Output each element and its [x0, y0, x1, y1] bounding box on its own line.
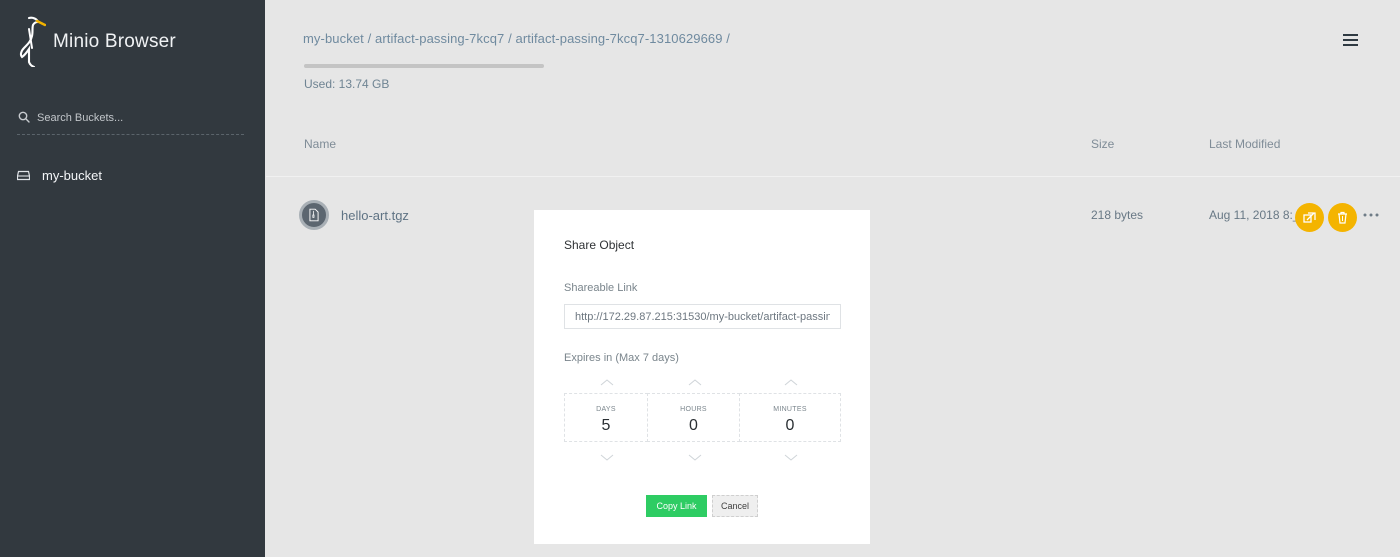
- file-list-header: Name Size Last Modified: [266, 137, 1400, 157]
- minutes-label: MINUTES: [773, 406, 807, 413]
- copy-link-button[interactable]: Copy Link: [646, 495, 707, 517]
- sidebar-item-my-bucket[interactable]: my-bucket: [17, 165, 247, 185]
- days-up-chevron-icon[interactable]: [600, 379, 614, 386]
- hours-up-chevron-icon[interactable]: [688, 379, 702, 386]
- days-setter[interactable]: DAYS 5: [564, 393, 648, 442]
- bucket-label: my-bucket: [42, 167, 102, 183]
- column-size[interactable]: Size: [1091, 137, 1114, 151]
- minutes-value[interactable]: 0: [740, 417, 840, 435]
- hamburger-menu-icon[interactable]: [1343, 34, 1358, 46]
- delete-button[interactable]: [1328, 203, 1357, 232]
- minutes-setter[interactable]: MINUTES 0: [739, 393, 841, 442]
- hours-label: HOURS: [680, 406, 707, 413]
- file-size: 218 bytes: [1091, 208, 1144, 222]
- app-title: Minio Browser: [53, 31, 176, 52]
- more-options-icon[interactable]: [1363, 213, 1379, 217]
- hours-down-chevron-icon[interactable]: [688, 454, 702, 461]
- storage-usage-bar: [304, 64, 544, 68]
- share-icon: [1303, 212, 1316, 223]
- days-label: DAYS: [596, 406, 616, 413]
- shareable-link-label: Shareable Link: [564, 282, 638, 294]
- bucket-search[interactable]: [17, 106, 244, 135]
- days-value[interactable]: 5: [565, 417, 647, 435]
- archive-file-icon: [299, 200, 329, 230]
- heron-logo-icon: [19, 16, 46, 67]
- storage-usage-fill: [304, 64, 544, 68]
- search-buckets-input[interactable]: [37, 109, 242, 127]
- modal-title: Share Object: [564, 238, 635, 252]
- hours-setter[interactable]: HOURS 0: [647, 393, 740, 442]
- storage-used-text: Used: 13.74 GB: [304, 77, 390, 91]
- minutes-down-chevron-icon[interactable]: [784, 454, 798, 461]
- column-last-modified[interactable]: Last Modified: [1209, 137, 1280, 151]
- trash-icon: [1338, 211, 1347, 224]
- share-button[interactable]: [1295, 203, 1324, 232]
- search-icon: [18, 111, 30, 123]
- shareable-link-input[interactable]: [564, 304, 841, 329]
- bucket-icon: [17, 170, 30, 180]
- header-divider: [266, 176, 1400, 177]
- hours-value[interactable]: 0: [648, 417, 739, 435]
- sidebar: Minio Browser my-bucket: [0, 0, 265, 557]
- expires-label: Expires in (Max 7 days): [564, 352, 679, 364]
- breadcrumb[interactable]: my-bucket / artifact-passing-7kcq7 / art…: [303, 31, 730, 46]
- share-object-modal: Share Object Shareable Link Expires in (…: [534, 210, 870, 544]
- cancel-button[interactable]: Cancel: [712, 495, 758, 517]
- minutes-up-chevron-icon[interactable]: [784, 379, 798, 386]
- days-down-chevron-icon[interactable]: [600, 454, 614, 461]
- file-name[interactable]: hello-art.tgz: [341, 208, 409, 223]
- column-name[interactable]: Name: [304, 137, 336, 151]
